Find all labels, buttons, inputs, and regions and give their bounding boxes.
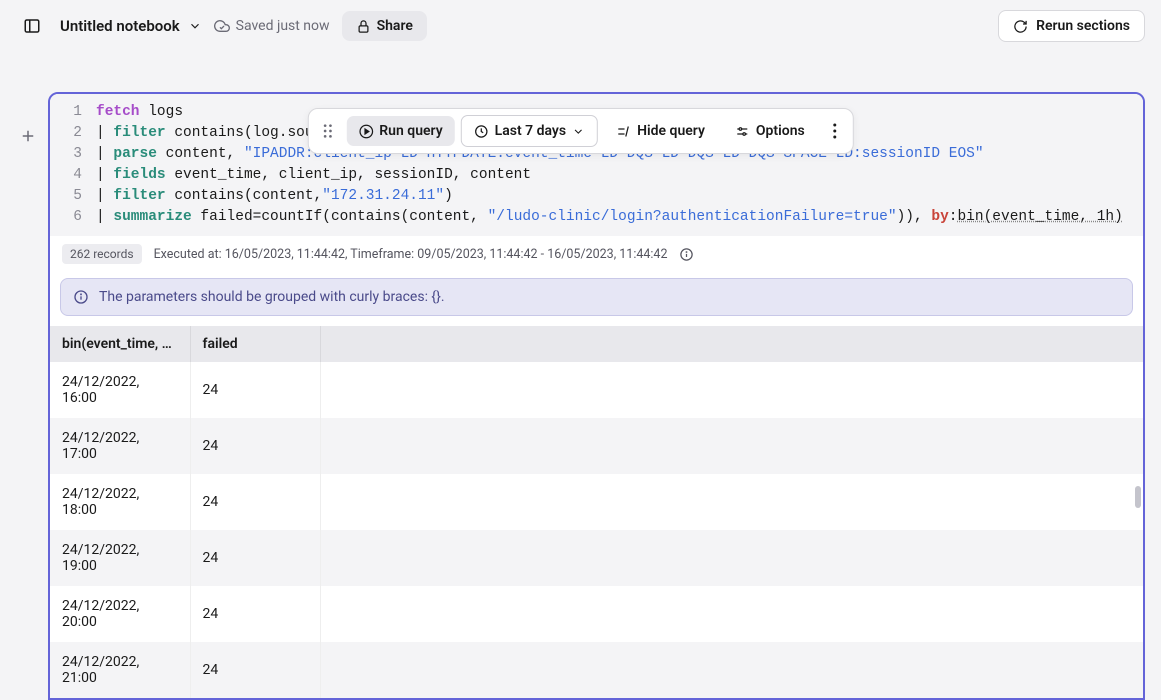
table-row[interactable]: 24/12/2022, 20:0024	[50, 586, 1143, 642]
sidebar-toggle-icon[interactable]	[16, 10, 48, 42]
line-number: 6	[50, 207, 96, 228]
cell-failed: 24	[190, 642, 320, 698]
cell-failed: 24	[190, 418, 320, 474]
timeframe-dropdown[interactable]: Last 7 days	[461, 115, 598, 147]
line-number: 5	[50, 186, 96, 207]
cell-failed: 24	[190, 362, 320, 418]
column-header-time[interactable]: bin(event_time, …	[50, 326, 190, 362]
cell-empty	[320, 474, 1143, 530]
sliders-icon	[735, 124, 750, 139]
cell-toolbar: Run query Last 7 days Hide query Options	[307, 108, 853, 154]
cell-failed: 24	[190, 474, 320, 530]
execution-meta: 262 records Executed at: 16/05/2023, 11:…	[50, 236, 1143, 272]
chevron-down-icon	[572, 125, 585, 138]
hide-query-label: Hide query	[637, 123, 705, 139]
warning-text: The parameters should be grouped with cu…	[99, 289, 445, 305]
more-vertical-icon	[833, 123, 837, 139]
drag-handle-icon[interactable]	[314, 119, 340, 143]
content-area: Run query Last 7 days Hide query Options…	[0, 92, 1161, 700]
warning-banner: The parameters should be grouped with cu…	[60, 278, 1133, 316]
results-table: bin(event_time, … failed 24/12/2022, 16:…	[50, 326, 1143, 698]
table-row[interactable]: 24/12/2022, 18:0024	[50, 474, 1143, 530]
table-row[interactable]: 24/12/2022, 17:0024	[50, 418, 1143, 474]
options-label: Options	[756, 123, 805, 139]
cell-time: 24/12/2022, 21:00	[50, 642, 190, 698]
options-button[interactable]: Options	[723, 116, 817, 146]
chevron-down-icon	[188, 19, 202, 33]
cell-time: 24/12/2022, 16:00	[50, 362, 190, 418]
code-line: 4| fields event_time, client_ip, session…	[50, 165, 1143, 186]
code-line: 5| filter contains(content,"172.31.24.11…	[50, 186, 1143, 207]
cell-empty	[320, 642, 1143, 698]
code-content[interactable]: | summarize failed=countIf(contains(cont…	[96, 207, 1123, 228]
rerun-button[interactable]: Rerun sections	[998, 10, 1145, 42]
top-bar: Untitled notebook Saved just now Share R…	[0, 0, 1161, 52]
cell-empty	[320, 530, 1143, 586]
code-content[interactable]: | fields event_time, client_ip, sessionI…	[96, 165, 531, 186]
share-button[interactable]: Share	[342, 11, 427, 41]
cell-time: 24/12/2022, 20:00	[50, 586, 190, 642]
add-cell-button[interactable]	[14, 122, 42, 150]
cell-empty	[320, 586, 1143, 642]
scrollbar-thumb[interactable]	[1135, 486, 1141, 508]
code-content[interactable]: fetch logs	[96, 102, 183, 123]
saved-status-text: Saved just now	[236, 18, 330, 34]
execution-timestamp: Executed at: 16/05/2023, 11:44:42, Timef…	[154, 247, 668, 262]
notebook-title-dropdown[interactable]: Untitled notebook	[60, 17, 202, 35]
hide-query-button[interactable]: Hide query	[604, 116, 717, 146]
column-header-empty	[320, 326, 1143, 362]
share-label: Share	[377, 18, 413, 34]
clock-icon	[474, 124, 489, 139]
line-number: 1	[50, 102, 96, 123]
refresh-icon	[1013, 19, 1028, 34]
records-count-badge: 262 records	[62, 244, 142, 264]
cell-failed: 24	[190, 530, 320, 586]
run-query-button[interactable]: Run query	[346, 116, 454, 146]
table-row[interactable]: 24/12/2022, 21:0024	[50, 642, 1143, 698]
cloud-check-icon	[214, 18, 230, 34]
info-icon[interactable]	[679, 247, 694, 262]
hide-icon	[616, 124, 631, 139]
more-menu-button[interactable]	[823, 117, 847, 145]
play-icon	[358, 124, 373, 139]
cell-time: 24/12/2022, 17:00	[50, 418, 190, 474]
code-content[interactable]: | filter contains(content,"172.31.24.11"…	[96, 186, 453, 207]
column-header-failed[interactable]: failed	[190, 326, 320, 362]
cell-failed: 24	[190, 586, 320, 642]
cell-time: 24/12/2022, 18:00	[50, 474, 190, 530]
table-row[interactable]: 24/12/2022, 19:0024	[50, 530, 1143, 586]
saved-status: Saved just now	[214, 18, 330, 34]
notebook-title-text: Untitled notebook	[60, 17, 180, 35]
cell-time: 24/12/2022, 19:00	[50, 530, 190, 586]
query-cell: 1fetch logs2| filter contains(log.source…	[48, 92, 1145, 700]
plus-icon	[19, 127, 37, 145]
line-number: 3	[50, 144, 96, 165]
line-number: 2	[50, 123, 96, 144]
rerun-label: Rerun sections	[1036, 18, 1130, 34]
info-icon	[73, 289, 89, 305]
timeframe-label: Last 7 days	[495, 123, 566, 139]
cell-empty	[320, 362, 1143, 418]
table-row[interactable]: 24/12/2022, 16:0024	[50, 362, 1143, 418]
table-header-row: bin(event_time, … failed	[50, 326, 1143, 362]
run-query-label: Run query	[379, 123, 442, 139]
code-line: 6| summarize failed=countIf(contains(con…	[50, 207, 1143, 228]
line-number: 4	[50, 165, 96, 186]
lock-icon	[356, 19, 371, 34]
cell-empty	[320, 418, 1143, 474]
